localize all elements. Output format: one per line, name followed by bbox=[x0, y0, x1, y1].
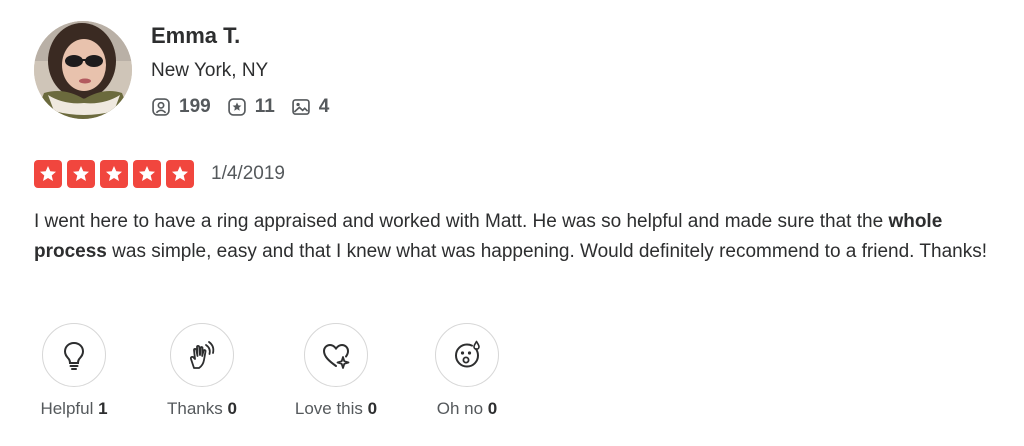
lightbulb-icon bbox=[63, 341, 85, 370]
friends-count: 199 bbox=[179, 96, 211, 117]
thanks-text: Thanks bbox=[167, 399, 223, 418]
user-name[interactable]: Emma T. bbox=[151, 23, 240, 49]
ohno-count: 0 bbox=[487, 399, 498, 418]
reviews-count: 11 bbox=[254, 96, 275, 117]
ohno-reaction[interactable]: Oh no 0 bbox=[407, 323, 527, 419]
star-icon bbox=[67, 160, 95, 188]
review-text-part: I went here to have a ring appraised and… bbox=[34, 211, 889, 232]
avatar[interactable] bbox=[34, 21, 132, 119]
helpful-reaction[interactable]: Helpful 1 bbox=[14, 323, 134, 419]
helpful-label: Helpful 1 bbox=[14, 399, 134, 419]
helpful-count: 1 bbox=[98, 399, 108, 418]
star-icon bbox=[133, 160, 161, 188]
review-text-part: was simple, easy and that I knew what wa… bbox=[106, 241, 987, 262]
review-text: I went here to have a ring appraised and… bbox=[34, 207, 994, 267]
love-label: Love this 0 bbox=[276, 399, 396, 419]
star-icon bbox=[166, 160, 194, 188]
love-text: Love this bbox=[294, 399, 363, 418]
clapping-hands-icon bbox=[189, 341, 215, 369]
thanks-count: 0 bbox=[227, 399, 237, 418]
love-button[interactable] bbox=[304, 323, 368, 387]
user-location: New York, NY bbox=[151, 60, 269, 81]
star-icon bbox=[34, 160, 62, 188]
ohno-label: Oh no 0 bbox=[407, 399, 527, 419]
thanks-label: Thanks 0 bbox=[142, 399, 262, 419]
star-icon bbox=[100, 160, 128, 188]
love-reaction[interactable]: Love this 0 bbox=[276, 323, 396, 419]
photos-stat: 4 bbox=[291, 96, 330, 118]
user-stats: 199 11 4 bbox=[151, 94, 345, 120]
thanks-button[interactable] bbox=[170, 323, 234, 387]
photo-icon bbox=[292, 99, 310, 115]
friends-stat: 199 bbox=[151, 96, 211, 118]
helpful-button[interactable] bbox=[42, 323, 106, 387]
avatar-image bbox=[34, 21, 132, 119]
helpful-text: Helpful bbox=[40, 399, 94, 418]
friends-icon bbox=[152, 98, 170, 116]
ohno-button[interactable] bbox=[435, 323, 499, 387]
reviews-stat: 11 bbox=[227, 96, 275, 118]
review-date: 1/4/2019 bbox=[211, 163, 285, 184]
star-box-icon bbox=[227, 98, 246, 116]
thanks-reaction[interactable]: Thanks 0 bbox=[142, 323, 262, 419]
photos-count: 4 bbox=[318, 96, 330, 117]
heart-sparkle-icon bbox=[322, 343, 350, 369]
star-rating bbox=[34, 160, 199, 188]
surprised-face-icon bbox=[454, 340, 480, 368]
love-count: 0 bbox=[367, 399, 378, 418]
ohno-text: Oh no bbox=[436, 399, 484, 418]
